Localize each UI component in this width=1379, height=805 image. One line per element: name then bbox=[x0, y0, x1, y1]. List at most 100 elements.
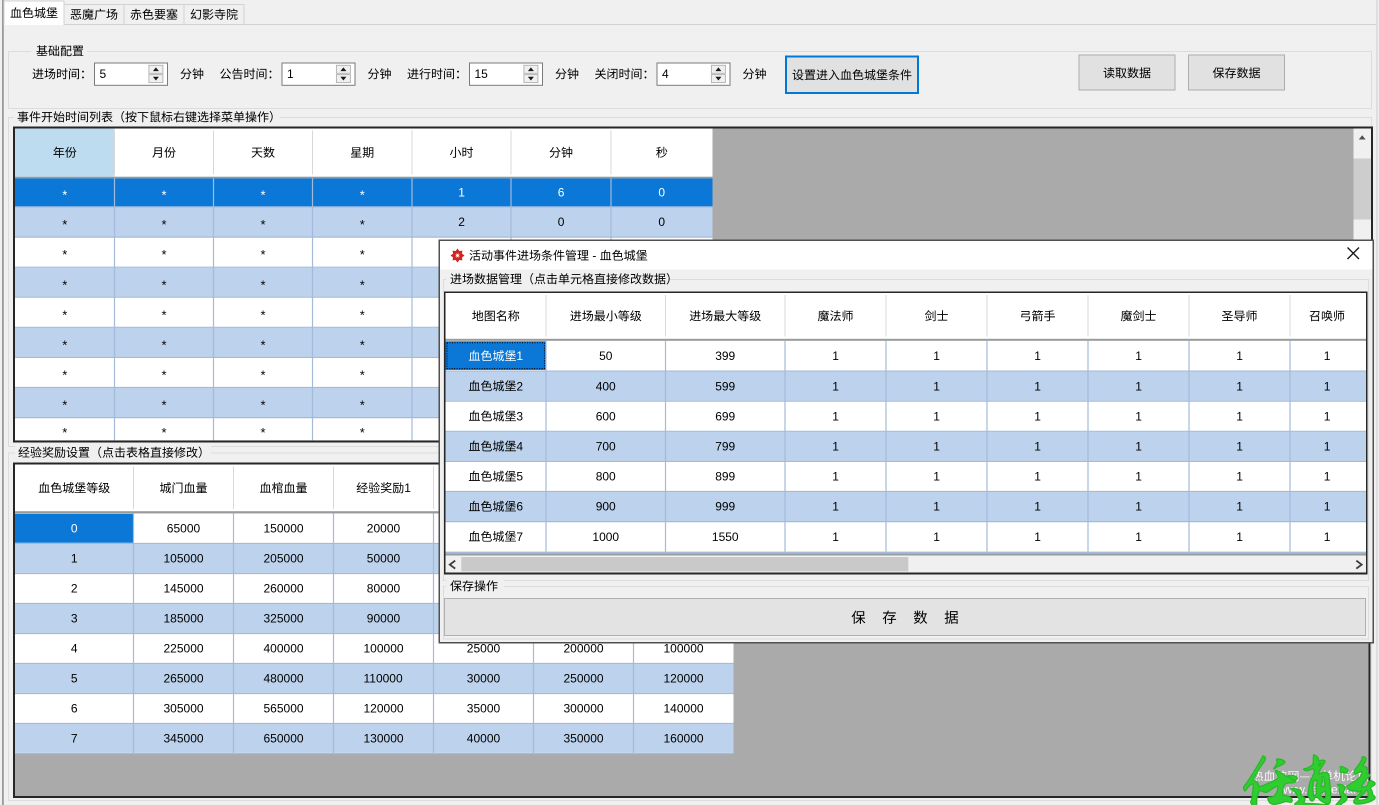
svg-text:3: 3 bbox=[516, 409, 523, 423]
svg-text:1: 1 bbox=[516, 349, 523, 363]
svg-text:1: 1 bbox=[1236, 440, 1243, 454]
svg-text:1: 1 bbox=[1135, 409, 1142, 423]
svg-text:40000: 40000 bbox=[467, 732, 501, 746]
svg-text:399: 399 bbox=[715, 349, 735, 363]
svg-text:1: 1 bbox=[1135, 349, 1142, 363]
svg-text:65000: 65000 bbox=[167, 522, 201, 536]
svg-text:120000: 120000 bbox=[364, 702, 404, 716]
svg-text:1: 1 bbox=[933, 440, 940, 454]
svg-text:265000: 265000 bbox=[164, 672, 204, 686]
svg-text:225000: 225000 bbox=[164, 642, 204, 656]
svg-text:1: 1 bbox=[1236, 349, 1243, 363]
svg-text:250000: 250000 bbox=[564, 672, 604, 686]
svg-text:1: 1 bbox=[1236, 500, 1243, 514]
svg-text:1: 1 bbox=[1034, 440, 1041, 454]
svg-text:699: 699 bbox=[715, 409, 735, 423]
svg-text:1: 1 bbox=[832, 349, 839, 363]
svg-text:1: 1 bbox=[1324, 349, 1331, 363]
svg-text:1: 1 bbox=[458, 186, 465, 200]
svg-text:*: * bbox=[261, 425, 266, 440]
svg-text:400: 400 bbox=[596, 379, 616, 393]
svg-text:6: 6 bbox=[71, 702, 78, 716]
svg-text:700: 700 bbox=[596, 440, 616, 454]
svg-text:7: 7 bbox=[516, 530, 523, 544]
svg-text:145000: 145000 bbox=[164, 582, 204, 596]
svg-text:*: * bbox=[360, 188, 365, 203]
svg-text:50000: 50000 bbox=[367, 552, 401, 566]
svg-text:600: 600 bbox=[596, 409, 616, 423]
svg-text:120000: 120000 bbox=[664, 672, 704, 686]
svg-text:1: 1 bbox=[71, 552, 78, 566]
svg-text:*: * bbox=[62, 217, 67, 232]
svg-text:*: * bbox=[62, 307, 67, 322]
svg-text:*: * bbox=[162, 307, 167, 322]
svg-text:*: * bbox=[62, 247, 67, 262]
svg-text:*: * bbox=[360, 425, 365, 440]
svg-text:*: * bbox=[162, 247, 167, 262]
svg-text:*: * bbox=[261, 398, 266, 413]
svg-text:1: 1 bbox=[832, 500, 839, 514]
svg-text:1: 1 bbox=[933, 349, 940, 363]
svg-text:6: 6 bbox=[558, 186, 565, 200]
svg-text:105000: 105000 bbox=[164, 552, 204, 566]
svg-text:1: 1 bbox=[933, 379, 940, 393]
svg-text:*: * bbox=[62, 338, 67, 353]
svg-text:1: 1 bbox=[1135, 530, 1142, 544]
svg-text:4: 4 bbox=[516, 440, 523, 454]
svg-text:1: 1 bbox=[404, 481, 411, 495]
svg-text:1: 1 bbox=[1034, 500, 1041, 514]
svg-text:1: 1 bbox=[832, 379, 839, 393]
svg-text:599: 599 bbox=[715, 379, 735, 393]
svg-text:*: * bbox=[360, 247, 365, 262]
svg-text:*: * bbox=[62, 277, 67, 292]
svg-text:50: 50 bbox=[599, 349, 613, 363]
svg-text:4: 4 bbox=[662, 67, 669, 81]
svg-text:150000: 150000 bbox=[264, 522, 304, 536]
svg-text:1: 1 bbox=[1324, 379, 1331, 393]
svg-text:800: 800 bbox=[596, 470, 616, 484]
svg-text:1: 1 bbox=[1324, 409, 1331, 423]
svg-text:305000: 305000 bbox=[164, 702, 204, 716]
svg-text:0: 0 bbox=[71, 522, 78, 536]
svg-text:1: 1 bbox=[1135, 500, 1142, 514]
svg-text:*: * bbox=[162, 217, 167, 232]
svg-text:20000: 20000 bbox=[367, 522, 401, 536]
svg-text:480000: 480000 bbox=[264, 672, 304, 686]
svg-text:*: * bbox=[162, 338, 167, 353]
svg-text:1: 1 bbox=[1135, 440, 1142, 454]
svg-text:1: 1 bbox=[832, 409, 839, 423]
svg-text:0: 0 bbox=[658, 186, 665, 200]
svg-text:5: 5 bbox=[71, 672, 78, 686]
svg-text:*: * bbox=[360, 277, 365, 292]
svg-text:4: 4 bbox=[71, 642, 78, 656]
svg-text:345000: 345000 bbox=[164, 732, 204, 746]
svg-text:1: 1 bbox=[1034, 379, 1041, 393]
svg-text:*: * bbox=[162, 368, 167, 383]
svg-text:*: * bbox=[62, 368, 67, 383]
svg-text:350000: 350000 bbox=[564, 732, 604, 746]
svg-text:160000: 160000 bbox=[664, 732, 704, 746]
svg-text:1: 1 bbox=[832, 530, 839, 544]
svg-text:650000: 650000 bbox=[264, 732, 304, 746]
svg-text:100000: 100000 bbox=[664, 642, 704, 656]
svg-text:300000: 300000 bbox=[564, 702, 604, 716]
svg-text:130000: 130000 bbox=[364, 732, 404, 746]
svg-text:*: * bbox=[360, 398, 365, 413]
svg-text:1: 1 bbox=[1135, 470, 1142, 484]
svg-text:*: * bbox=[162, 188, 167, 203]
svg-text:999: 999 bbox=[715, 500, 735, 514]
svg-text:*: * bbox=[261, 368, 266, 383]
svg-text:565000: 565000 bbox=[264, 702, 304, 716]
svg-text:260000: 260000 bbox=[264, 582, 304, 596]
svg-text:325000: 325000 bbox=[264, 612, 304, 626]
svg-text:*: * bbox=[62, 398, 67, 413]
svg-text:*: * bbox=[261, 307, 266, 322]
svg-text:1: 1 bbox=[1324, 440, 1331, 454]
svg-text:*: * bbox=[162, 425, 167, 440]
svg-text:1: 1 bbox=[1135, 379, 1142, 393]
svg-text:2: 2 bbox=[458, 215, 465, 229]
svg-text:1: 1 bbox=[1236, 530, 1243, 544]
svg-text:900: 900 bbox=[596, 500, 616, 514]
svg-text:*: * bbox=[261, 188, 266, 203]
svg-text:200000: 200000 bbox=[564, 642, 604, 656]
